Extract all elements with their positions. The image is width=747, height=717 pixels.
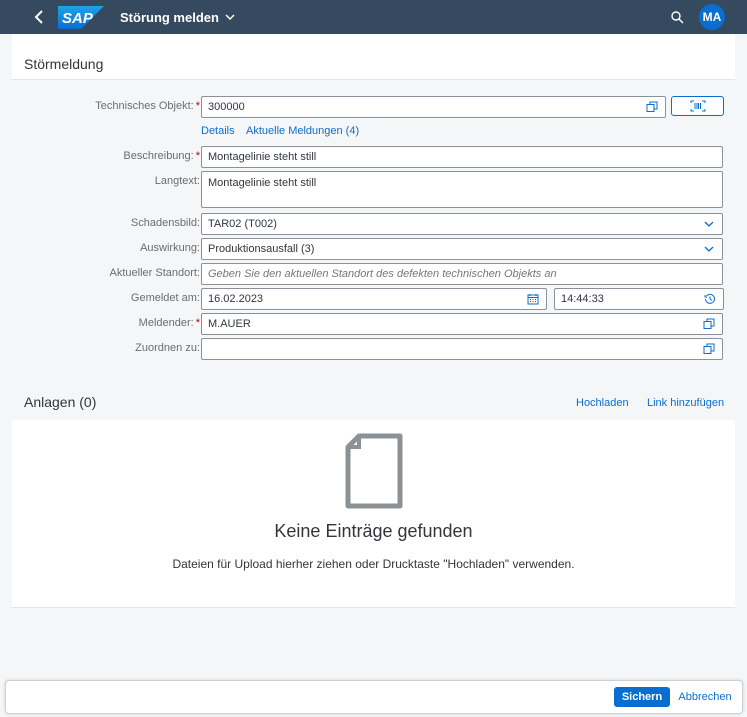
location-placeholder: Geben Sie den aktuellen Standort des def… bbox=[208, 268, 557, 280]
user-avatar[interactable]: MA bbox=[699, 4, 725, 30]
current-reports-link[interactable]: Aktuelle Meldungen (4) bbox=[246, 125, 359, 137]
required-marker: * bbox=[195, 150, 200, 162]
section-title: Störmeldung bbox=[24, 56, 104, 72]
details-link[interactable]: Details bbox=[201, 125, 235, 137]
calendar-icon[interactable] bbox=[526, 292, 540, 306]
long-text-textarea[interactable]: Montagelinie steht still bbox=[201, 171, 723, 208]
chevron-down-icon[interactable] bbox=[702, 217, 716, 231]
value-help-icon[interactable] bbox=[645, 100, 659, 114]
svg-text:SAP: SAP bbox=[62, 10, 94, 27]
technical-object-input[interactable]: 300000 bbox=[201, 96, 666, 118]
add-link-link[interactable]: Link hinzufügen bbox=[647, 397, 724, 409]
chevron-left-icon bbox=[34, 10, 43, 24]
assign-to-input[interactable] bbox=[201, 338, 723, 360]
row-description: Beschreibung: * Montagelinie steht still bbox=[12, 146, 735, 168]
row-reported-on: Gemeldet am: 16.02.2023 14:44:33 bbox=[12, 288, 735, 310]
row-damage: Schadensbild: TAR02 (T002) bbox=[12, 213, 735, 235]
attachments-header: Anlagen (0) Hochladen Link hinzufügen bbox=[12, 380, 735, 420]
sap-logo: SAP bbox=[58, 5, 104, 29]
footer-toolbar: Sichern Abbrechen bbox=[5, 680, 743, 714]
location-label: Aktueller Standort: bbox=[109, 267, 201, 279]
location-input[interactable]: Geben Sie den aktuellen Standort des def… bbox=[201, 263, 723, 285]
required-marker: * bbox=[195, 317, 200, 329]
value-help-icon[interactable] bbox=[702, 342, 716, 356]
app-title: Störung melden bbox=[120, 9, 219, 25]
time-value: 14:44:33 bbox=[561, 293, 604, 305]
chevron-down-icon[interactable] bbox=[702, 242, 716, 256]
barcode-scanner-button[interactable] bbox=[671, 96, 724, 116]
clock-icon[interactable] bbox=[703, 292, 717, 306]
upload-link[interactable]: Hochladen bbox=[576, 397, 629, 409]
damage-select[interactable]: TAR02 (T002) bbox=[201, 213, 723, 235]
reporter-input[interactable]: M.AUER bbox=[201, 313, 723, 335]
effect-value: Produktionsausfall (3) bbox=[208, 243, 315, 255]
app-title-menu[interactable]: Störung melden bbox=[120, 10, 235, 25]
assign-to-label: Zuordnen zu: bbox=[135, 342, 200, 354]
attachments-title: Anlagen (0) bbox=[24, 394, 97, 410]
chevron-down-icon bbox=[225, 13, 235, 20]
row-technical-object: Technisches Objekt: * 300000 bbox=[12, 96, 735, 118]
attachments-list[interactable]: Keine Einträge gefunden Dateien für Uplo… bbox=[12, 420, 735, 608]
long-text-value: Montagelinie steht still bbox=[208, 177, 317, 189]
reported-on-label: Gemeldet am: bbox=[130, 292, 200, 304]
row-reporter: Meldender: * M.AUER bbox=[12, 313, 735, 335]
search-button[interactable] bbox=[667, 7, 687, 27]
section-header: Störmeldung bbox=[12, 34, 735, 80]
technical-object-value: 300000 bbox=[208, 101, 245, 113]
row-location: Aktueller Standort: Geben Sie den aktuel… bbox=[12, 263, 735, 285]
row-long-text: Langtext: Montagelinie steht still bbox=[12, 171, 735, 208]
save-button[interactable]: Sichern bbox=[614, 687, 670, 707]
description-input[interactable]: Montagelinie steht still bbox=[201, 146, 723, 168]
empty-description: Dateien für Upload hierher ziehen oder D… bbox=[172, 557, 575, 571]
back-button[interactable] bbox=[24, 0, 54, 34]
shell-bar: SAP Störung melden MA bbox=[0, 0, 747, 34]
empty-title: Keine Einträge gefunden bbox=[274, 521, 473, 541]
effect-label: Auswirkung: bbox=[140, 242, 200, 254]
description-value: Montagelinie steht still bbox=[208, 151, 317, 163]
reporter-value: M.AUER bbox=[208, 318, 251, 330]
required-marker: * bbox=[195, 100, 200, 112]
time-picker[interactable]: 14:44:33 bbox=[554, 288, 724, 310]
value-help-icon[interactable] bbox=[702, 317, 716, 331]
barcode-scanner-icon bbox=[690, 100, 705, 112]
date-value: 16.02.2023 bbox=[208, 293, 264, 305]
long-text-label: Langtext: bbox=[154, 175, 200, 187]
notification-form: Technisches Objekt: * 300000 Details Aktu… bbox=[12, 81, 735, 371]
damage-value: TAR02 (T002) bbox=[208, 218, 277, 230]
date-picker[interactable]: 16.02.2023 bbox=[201, 288, 547, 310]
row-assign-to: Zuordnen zu: bbox=[12, 338, 735, 360]
effect-select[interactable]: Produktionsausfall (3) bbox=[201, 238, 723, 260]
reporter-label: Meldender: bbox=[138, 317, 194, 329]
document-icon bbox=[345, 433, 403, 509]
damage-label: Schadensbild: bbox=[130, 217, 200, 229]
row-effect: Auswirkung: Produktionsausfall (3) bbox=[12, 238, 735, 260]
search-icon bbox=[670, 10, 683, 23]
cancel-button[interactable]: Abbrechen bbox=[674, 687, 736, 707]
technical-object-label: Technisches Objekt: bbox=[95, 100, 194, 112]
description-label: Beschreibung: bbox=[123, 150, 194, 162]
